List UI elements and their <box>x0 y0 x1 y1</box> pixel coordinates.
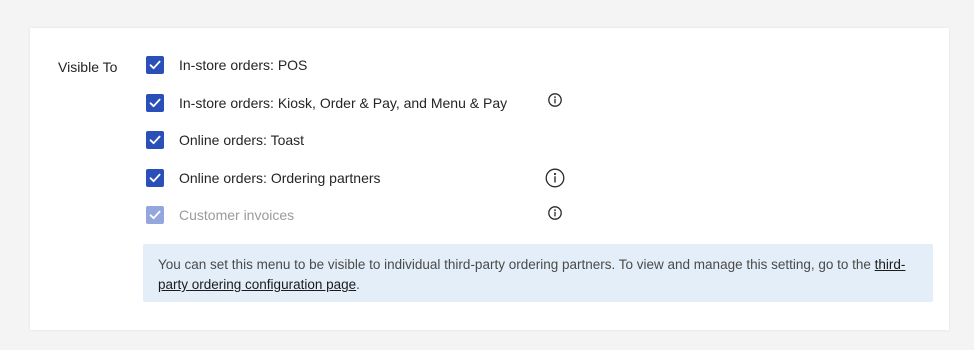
visible-to-label: Visible To <box>58 59 118 75</box>
option-label: Customer invoices <box>179 207 295 223</box>
info-banner: You can set this menu to be visible to i… <box>143 244 933 302</box>
checkbox-customer-invoices <box>146 206 164 224</box>
info-icon[interactable] <box>548 93 562 107</box>
check-icon <box>149 98 161 107</box>
option-instore-pos[interactable]: In-store orders: POS <box>146 56 596 74</box>
checkbox-online-toast[interactable] <box>146 131 164 149</box>
check-icon <box>149 173 161 182</box>
check-icon <box>149 210 161 220</box>
option-label: In-store orders: POS <box>179 57 308 73</box>
check-icon <box>149 60 161 70</box>
option-online-toast[interactable]: Online orders: Toast <box>146 131 596 149</box>
info-icon[interactable] <box>545 168 565 188</box>
visibility-options-list: In-store orders: POS In-store orders: Ki… <box>146 56 596 244</box>
checkbox-instore-kiosk[interactable] <box>146 93 164 112</box>
checkbox-instore-pos[interactable] <box>146 56 164 74</box>
banner-text-end: . <box>356 277 360 292</box>
option-customer-invoices: Customer invoices <box>146 206 596 224</box>
check-icon <box>149 135 161 145</box>
info-icon[interactable] <box>548 206 562 220</box>
option-label: Online orders: Toast <box>179 132 305 148</box>
banner-text: You can set this menu to be visible to i… <box>158 257 875 272</box>
option-online-partners[interactable]: Online orders: Ordering partners <box>146 168 596 187</box>
visibility-settings-card: Visible To In-store orders: POS In-store… <box>30 28 949 330</box>
option-label: Online orders: Ordering partners <box>179 169 381 186</box>
option-label: In-store orders: Kiosk, Order & Pay, and… <box>179 94 508 111</box>
checkbox-online-partners[interactable] <box>146 168 164 187</box>
option-instore-kiosk[interactable]: In-store orders: Kiosk, Order & Pay, and… <box>146 93 596 112</box>
